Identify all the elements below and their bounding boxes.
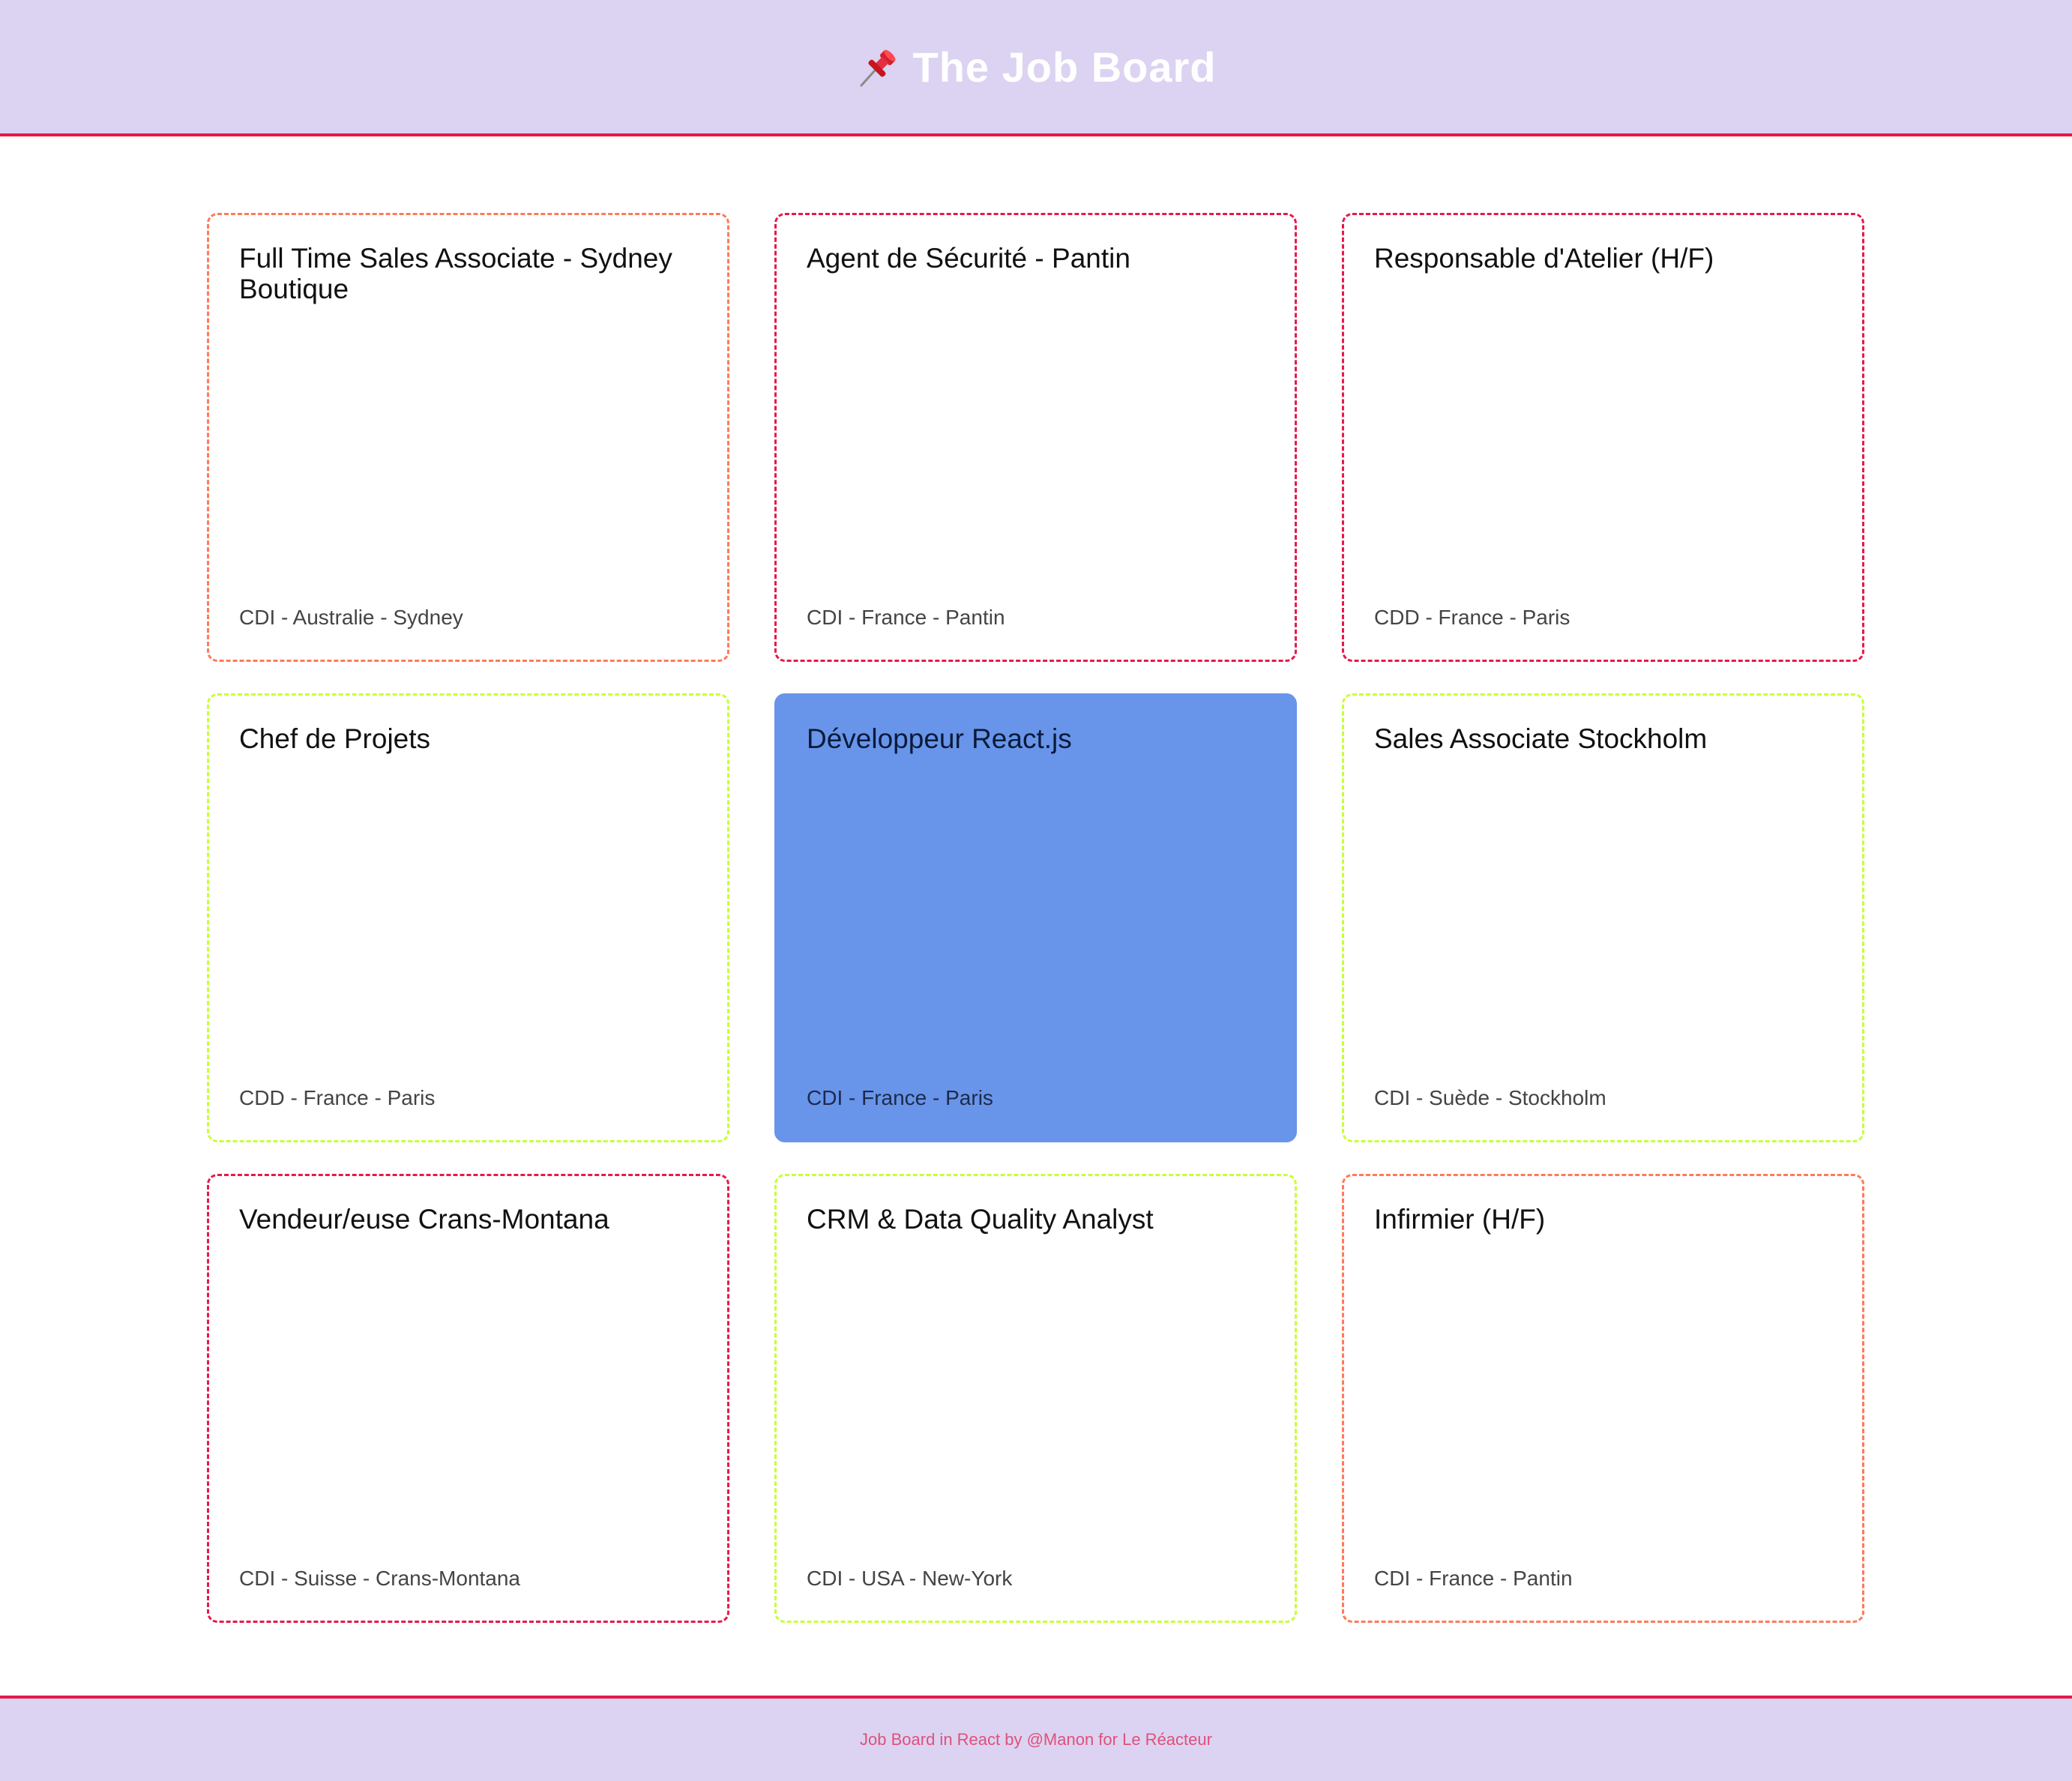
job-title: Responsable d'Atelier (H/F) [1374, 243, 1714, 274]
job-meta: CDD - France - Paris [1374, 606, 1570, 629]
job-meta: CDI - France - Paris [807, 1086, 993, 1109]
job-title: CRM & Data Quality Analyst [807, 1204, 1154, 1235]
job-title: Sales Associate Stockholm [1374, 723, 1708, 754]
job-title: Infirmier (H/F) [1374, 1204, 1546, 1235]
job-card[interactable]: Infirmier (H/F) CDI - France - Pantin [1342, 1174, 1864, 1623]
job-grid: Full Time Sales Associate - Sydney Bouti… [207, 213, 1864, 1623]
job-card[interactable]: Sales Associate Stockholm CDI - Suède - … [1342, 693, 1864, 1142]
job-meta: CDI - USA - New-York [807, 1567, 1013, 1590]
job-meta: CDI - Suisse - Crans-Montana [239, 1567, 521, 1590]
job-card[interactable]: Responsable d'Atelier (H/F) CDD - France… [1342, 213, 1864, 662]
app-footer: Job Board in React by @Manon for Le Réac… [0, 1696, 2072, 1781]
job-card[interactable]: Vendeur/euse Crans-Montana CDI - Suisse … [207, 1174, 729, 1623]
job-card-active[interactable]: Développeur React.js CDI - France - Pari… [774, 693, 1297, 1142]
job-title: Vendeur/euse Crans-Montana [239, 1204, 609, 1235]
job-meta: CDI - France - Pantin [1374, 1567, 1573, 1590]
job-title: Agent de Sécurité - Pantin [807, 243, 1130, 274]
job-meta: CDI - Australie - Sydney [239, 606, 463, 629]
job-meta: CDD - France - Paris [239, 1086, 436, 1109]
pushpin-icon [855, 43, 902, 90]
job-title: Chef de Projets [239, 723, 431, 754]
job-meta: CDI - France - Pantin [807, 606, 1005, 629]
job-title: Développeur React.js [807, 723, 1072, 754]
page-title: The Job Board [912, 43, 1217, 91]
header-brand: The Job Board [855, 43, 1216, 91]
job-card[interactable]: Chef de Projets CDD - France - Paris [207, 693, 729, 1142]
job-card[interactable]: CRM & Data Quality Analyst CDI - USA - N… [774, 1174, 1297, 1623]
job-meta: CDI - Suède - Stockholm [1374, 1086, 1606, 1109]
footer-credit: Job Board in React by @Manon for Le Réac… [860, 1730, 1212, 1749]
job-card[interactable]: Agent de Sécurité - Pantin CDI - France … [774, 213, 1297, 662]
job-card[interactable]: Full Time Sales Associate - Sydney Bouti… [207, 213, 729, 662]
job-title: Full Time Sales Associate - Sydney Bouti… [239, 243, 672, 304]
app-header: The Job Board [0, 0, 2072, 136]
